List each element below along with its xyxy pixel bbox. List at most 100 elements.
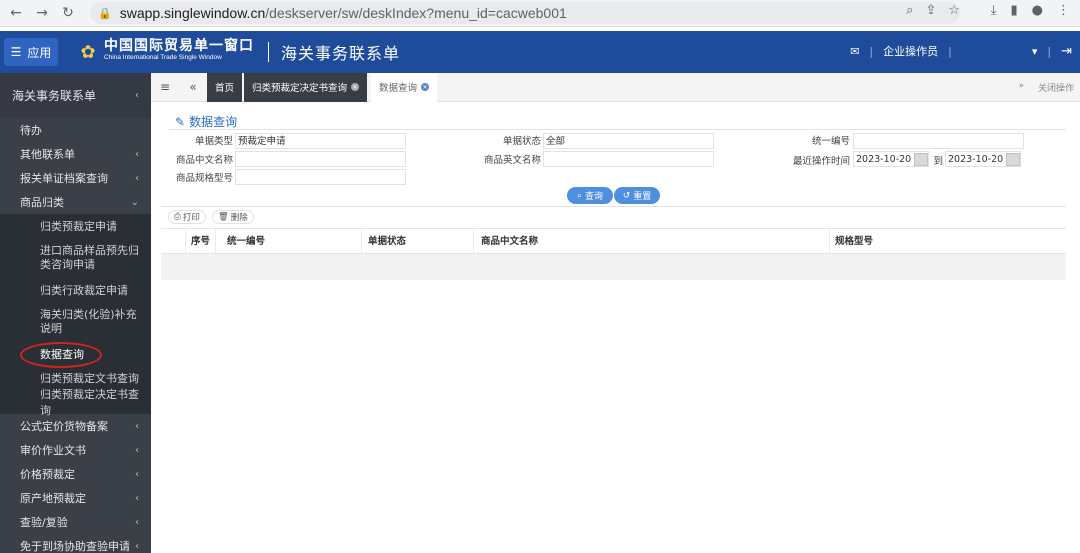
close-icon[interactable]: ✕ [421, 83, 430, 91]
col-header-unified-no[interactable]: 统一编号 [227, 229, 265, 255]
col-divider [185, 229, 186, 255]
sidebar-item-archive[interactable]: 报关单证档案查询 ‹ [0, 166, 151, 190]
sidebar-item-label: 归类行政裁定申请 [40, 284, 128, 297]
sidebar-header[interactable]: 海关事务联系单 ‹ [0, 73, 151, 118]
logo-cn: 中国国际贸易单一窗口 [104, 38, 254, 54]
chevron-left-icon: ‹ [135, 516, 139, 528]
hamburger-icon: ☰ [10, 45, 22, 59]
sidebar-item[interactable]: 审价作业文书 ‹ [0, 438, 151, 462]
sidepanel-icon[interactable]: ▮ [1011, 3, 1018, 18]
print-button[interactable]: ⎙ 打印 [168, 210, 206, 224]
doc-type-label: 单据类型 [194, 136, 233, 147]
sidebar-submenu: 归类预裁定申请 进口商品样品预先归类咨询申请 归类行政裁定申请 海关归类(化验)… [0, 214, 151, 417]
sidebar-item[interactable]: 免于到场协助查验申请 ‹ [0, 534, 151, 553]
main-content: ✎ 数据查询 单据类型 预裁定申请 单据状态 全部 统一编号 商品中文名称 商品… [151, 102, 1080, 553]
header-sep: | [948, 44, 952, 58]
profile-icon[interactable]: ● [1032, 3, 1043, 18]
sidebar-item-label: 归类预裁定文书查询 [40, 372, 139, 385]
col-header-status[interactable]: 单据状态 [368, 229, 406, 255]
scroll-left-icon[interactable]: « [179, 80, 207, 94]
tab-decision-query[interactable]: 归类预裁定决定书查询 ✕ [244, 72, 368, 102]
download-icon[interactable]: ⤓ [991, 3, 997, 18]
col-divider [215, 229, 216, 255]
back-icon[interactable]: ← [6, 3, 26, 23]
calendar-icon[interactable] [914, 153, 928, 166]
user-dropdown-icon[interactable]: ▾ [1032, 45, 1038, 58]
chevron-left-icon: ‹ [135, 540, 139, 552]
search-button[interactable]: ⌕ 查询 [567, 187, 613, 204]
spec-input[interactable] [235, 169, 406, 185]
sidebar-item[interactable]: 价格预裁定 ‹ [0, 462, 151, 486]
user-role[interactable]: 企业操作员 [883, 43, 938, 59]
chevron-left-icon: ‹ [135, 420, 139, 432]
last-op-label: 最近操作时间 [792, 156, 850, 167]
sidebar-item-label: 商品归类 [20, 196, 64, 209]
menu-dots-icon[interactable]: ⋮ [1057, 3, 1070, 18]
search-button-label: 查询 [585, 192, 604, 202]
sidebar-item-todo[interactable]: 待办 [0, 118, 151, 142]
calendar-icon[interactable] [1006, 153, 1020, 166]
col-divider [473, 229, 474, 255]
highlight-circle [20, 342, 102, 368]
sidebar-item-classification[interactable]: 商品归类 ⌄ [0, 190, 151, 214]
app-menu-label: 应用 [27, 45, 52, 60]
site-logo: 中国国际贸易单一窗口 China International Trade Sin… [104, 38, 254, 64]
delete-button[interactable]: 🗑 删除 [212, 210, 254, 224]
sidebar-item-label: 海关归类(化验)补充说明 [40, 308, 137, 335]
to-label: 到 [933, 156, 943, 167]
en-name-input[interactable] [543, 151, 714, 167]
title-divider [169, 129, 1066, 130]
close-operations-dropdown[interactable]: 关闭操作 [1038, 81, 1074, 94]
page-title: 海关事务联系单 [281, 44, 401, 63]
reset-button[interactable]: ↺ 重置 [614, 187, 660, 204]
sidebar-subitem[interactable]: 归类预裁定决定书查询 [0, 388, 151, 417]
chevron-left-icon: ‹ [135, 90, 139, 101]
scroll-right-icon[interactable]: » [1018, 81, 1024, 94]
panel-title: ✎ 数据查询 [175, 113, 237, 130]
logout-icon[interactable]: ⇥ [1061, 44, 1072, 59]
menu-toggle-icon[interactable]: ≡ [151, 80, 179, 94]
cn-name-input[interactable] [235, 151, 406, 167]
sidebar-subitem[interactable]: 归类行政裁定申请 [0, 278, 151, 302]
col-header-spec[interactable]: 规格型号 [835, 229, 873, 255]
doc-type-select[interactable]: 预裁定申请 [235, 133, 406, 149]
sidebar-subitem[interactable]: 海关归类(化验)补充说明 [0, 302, 151, 342]
app-menu-button[interactable]: ☰ 应用 [4, 38, 58, 66]
address-bar[interactable]: 🔒 swapp.singlewindow.cn/deskserver/sw/de… [90, 2, 960, 24]
col-header-seq[interactable]: 序号 [191, 229, 210, 255]
doc-status-label: 单据状态 [502, 136, 541, 147]
share-icon[interactable]: ⇪ [925, 3, 936, 18]
sidebar-subitem[interactable]: 归类预裁定申请 [0, 214, 151, 238]
print-icon: ⎙ [174, 212, 181, 222]
col-divider [361, 229, 362, 255]
tab-home[interactable]: 首页 [207, 72, 243, 102]
tab-data-query[interactable]: 数据查询 ✕ [371, 72, 438, 102]
browser-toolbar: ← → ↻ 🔒 swapp.singlewindow.cn/deskserver… [0, 0, 1080, 27]
sidebar-item[interactable]: 原产地预裁定 ‹ [0, 486, 151, 510]
col-header-cn-name[interactable]: 商品中文名称 [481, 229, 538, 255]
unified-no-input[interactable] [853, 133, 1024, 149]
tab-label: 首页 [215, 83, 235, 94]
header-sep: | [1047, 44, 1052, 58]
form-divider [161, 206, 1066, 207]
zoom-icon[interactable]: ⌕ [906, 3, 913, 18]
chevron-left-icon: ‹ [135, 172, 139, 184]
edit-icon: ✎ [175, 114, 186, 129]
sidebar-item-label: 价格预裁定 [20, 468, 75, 481]
doc-status-select[interactable]: 全部 [543, 133, 714, 149]
forward-icon[interactable]: → [32, 3, 52, 23]
panel-title-text: 数据查询 [189, 115, 238, 129]
sidebar-item-other[interactable]: 其他联系单 ‹ [0, 142, 151, 166]
bookmark-star-icon[interactable]: ☆ [948, 3, 960, 18]
sidebar-item[interactable]: 查验/复验 ‹ [0, 510, 151, 534]
tab-label: 归类预裁定决定书查询 [252, 83, 348, 94]
mail-icon[interactable]: ✉ [850, 45, 859, 58]
tab-bar: ≡ « 首页 归类预裁定决定书查询 ✕ 数据查询 ✕ » 关闭操作 [151, 72, 1080, 102]
sidebar-item-label: 查验/复验 [20, 516, 68, 529]
reload-icon[interactable]: ↻ [58, 3, 78, 23]
results-table: 序号 统一编号 单据状态 商品中文名称 规格型号 [161, 228, 1066, 280]
close-icon[interactable]: ✕ [351, 83, 360, 91]
sidebar-item-label: 待办 [20, 124, 42, 137]
sidebar-subitem-data-query[interactable]: 数据查询 [0, 342, 151, 368]
sidebar-subitem[interactable]: 进口商品样品预先归类咨询申请 [0, 238, 151, 278]
